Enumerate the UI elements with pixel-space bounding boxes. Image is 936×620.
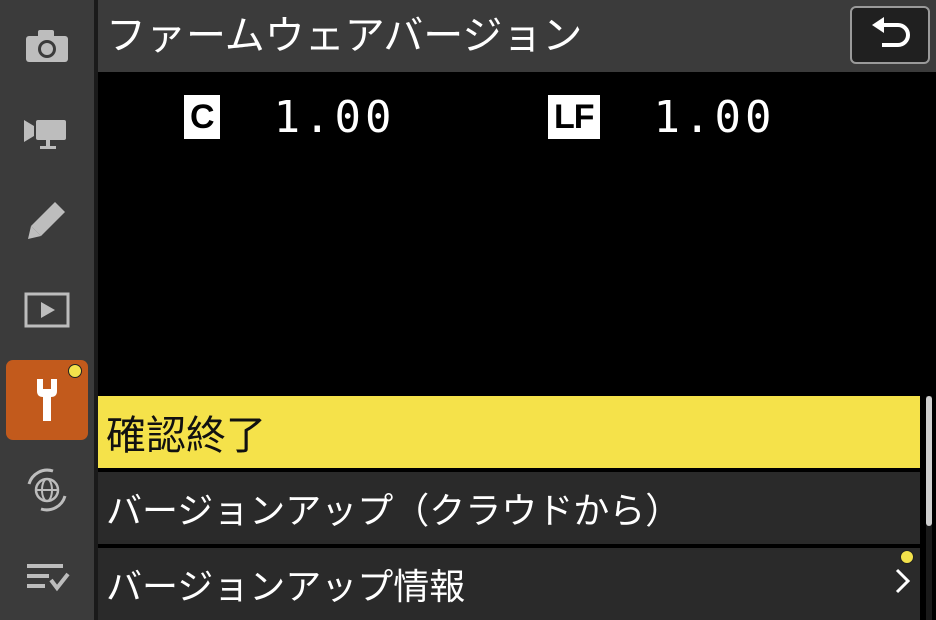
pencil-icon xyxy=(28,202,65,239)
movie-camera-icon xyxy=(24,120,66,149)
notification-dot xyxy=(900,550,914,564)
sidebar-item-network[interactable] xyxy=(6,450,88,530)
firmware-lf-row: LF 1.00 xyxy=(548,91,776,143)
menu-item-label: バージョンアップ情報 xyxy=(106,567,466,608)
firmware-c-version: 1.00 xyxy=(273,91,396,143)
menu-item-cloud-update[interactable]: バージョンアップ（クラウドから） xyxy=(98,472,920,544)
menu-item-label: 確認終了 xyxy=(106,413,266,459)
menu-item-label: バージョンアップ（クラウドから） xyxy=(106,491,682,532)
back-button[interactable] xyxy=(850,6,930,64)
firmware-lf-badge: LF xyxy=(548,95,600,139)
camera-icon xyxy=(26,30,68,62)
menu-item-update-info[interactable]: バージョンアップ情報 xyxy=(98,548,920,620)
firmware-lf-version: 1.00 xyxy=(653,91,776,143)
network-icon xyxy=(27,468,67,512)
chevron-right-icon xyxy=(895,568,911,594)
notification-dot xyxy=(68,364,82,378)
firmware-c-row: C 1.00 xyxy=(184,91,396,143)
page-title: ファームウェアバージョン xyxy=(106,13,583,59)
my-menu-icon xyxy=(27,564,70,592)
sidebar-item-custom-settings[interactable] xyxy=(6,180,88,260)
sidebar-item-my-menu[interactable] xyxy=(6,536,88,616)
sidebar xyxy=(0,0,94,620)
sidebar-item-photo-shooting[interactable] xyxy=(6,6,88,86)
playback-icon xyxy=(24,292,70,328)
scrollbar-thumb[interactable] xyxy=(926,396,932,526)
wrench-icon xyxy=(37,379,57,421)
menu-item-confirm-exit[interactable]: 確認終了 xyxy=(98,396,920,468)
sidebar-item-playback[interactable] xyxy=(6,270,88,350)
sidebar-item-movie-recording[interactable] xyxy=(6,90,88,170)
firmware-c-badge: C xyxy=(184,95,220,139)
return-icon xyxy=(872,17,910,47)
header-bar: ファームウェアバージョン xyxy=(98,0,936,72)
